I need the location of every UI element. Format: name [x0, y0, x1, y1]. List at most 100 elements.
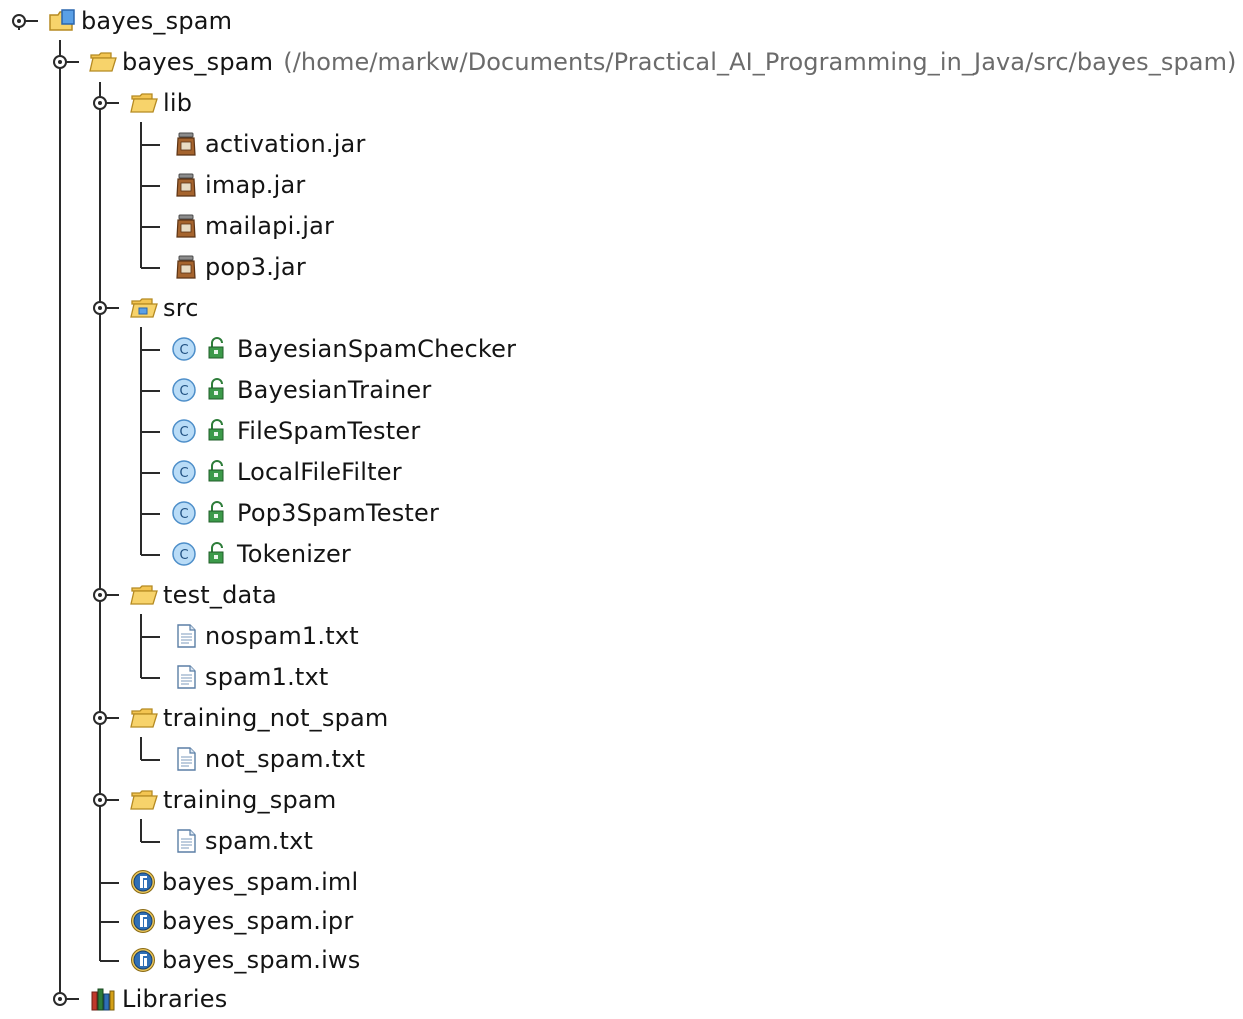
tree-node-folder-src[interactable]: src: [130, 288, 199, 328]
collapse-toggle-test-data[interactable]: [91, 586, 121, 604]
tree-branch: [141, 759, 160, 761]
tree-line-training-spam: [140, 819, 142, 842]
text-file-label: nospam1.txt: [205, 622, 359, 650]
tree-node-jar-file[interactable]: mailapi.jar: [172, 206, 334, 246]
java-class-label: BayesianSpamChecker: [237, 335, 517, 363]
folder-test-data-label: test_data: [163, 581, 277, 609]
tree-branch: [141, 349, 160, 351]
tree-node-jar-file[interactable]: pop3.jar: [172, 247, 306, 287]
tree-node-java-class[interactable]: C BayesianTrainer: [170, 370, 431, 410]
tree-node-text-file[interactable]: not_spam.txt: [172, 739, 365, 779]
tree-node-jar-file[interactable]: activation.jar: [172, 124, 366, 164]
public-lock-icon: [203, 377, 231, 403]
tree-line-module: [99, 82, 101, 961]
libraries-label: Libraries: [122, 985, 228, 1013]
tree-node-java-class[interactable]: C Tokenizer: [170, 534, 351, 574]
tree-node-idea-file[interactable]: bayes_spam.iws: [129, 940, 360, 980]
source-folder-icon: [130, 295, 158, 321]
tree-branch: [141, 390, 160, 392]
tree-node-idea-file[interactable]: bayes_spam.ipr: [129, 901, 353, 941]
collapse-toggle-module[interactable]: [51, 53, 81, 71]
tree-node-java-class[interactable]: C FileSpamTester: [170, 411, 420, 451]
tree-branch: [141, 841, 160, 843]
java-class-label: Pop3SpamTester: [237, 499, 440, 527]
tree-branch: [141, 226, 160, 228]
open-folder-icon: [130, 90, 158, 116]
module-path: (/home/markw/Documents/Practical_AI_Prog…: [283, 48, 1237, 76]
class-icon: C: [170, 377, 198, 403]
tree-branch: [141, 677, 160, 679]
tree-branch: [141, 636, 160, 638]
text-file-label: spam.txt: [205, 827, 314, 855]
idea-file-label: bayes_spam.ipr: [162, 907, 354, 935]
java-class-label: BayesianTrainer: [237, 376, 432, 404]
class-icon: C: [170, 459, 198, 485]
tree-branch: [100, 960, 119, 962]
tree-node-text-file[interactable]: spam.txt: [172, 821, 313, 861]
tree-node-libraries[interactable]: Libraries: [89, 979, 227, 1019]
tree-line-src: [140, 327, 142, 555]
expand-toggle-libraries[interactable]: [51, 990, 81, 1008]
svg-text:C: C: [179, 548, 188, 563]
java-class-label: LocalFileFilter: [237, 458, 402, 486]
tree-node-module[interactable]: bayes_spam (/home/markw/Documents/Practi…: [89, 42, 1237, 82]
tree-line-root: [59, 40, 61, 1000]
open-folder-icon: [130, 582, 158, 608]
jar-icon: [172, 172, 200, 198]
tree-node-java-class[interactable]: C LocalFileFilter: [170, 452, 402, 492]
open-folder-icon: [130, 705, 158, 731]
tree-branch: [100, 882, 119, 884]
jar-file-label: pop3.jar: [205, 253, 306, 281]
folder-lib-label: lib: [163, 89, 193, 117]
project-icon: [48, 8, 76, 34]
open-folder-icon: [130, 787, 158, 813]
jar-file-label: activation.jar: [205, 130, 366, 158]
jar-file-label: imap.jar: [205, 171, 306, 199]
tree-node-folder-training-not-spam[interactable]: training_not_spam: [130, 698, 389, 738]
project-root-label: bayes_spam: [81, 7, 233, 35]
tree-node-project-root[interactable]: bayes_spam: [48, 1, 232, 41]
tree-node-idea-file[interactable]: bayes_spam.iml: [129, 862, 358, 902]
jar-icon: [172, 254, 200, 280]
text-file-icon: [172, 828, 200, 854]
jar-file-label: mailapi.jar: [205, 212, 335, 240]
open-folder-icon: [89, 49, 117, 75]
text-file-icon: [172, 746, 200, 772]
collapse-toggle-lib[interactable]: [91, 94, 121, 112]
folder-src-label: src: [163, 294, 199, 322]
tree-node-text-file[interactable]: spam1.txt: [172, 657, 329, 697]
collapse-toggle-training-not-spam[interactable]: [91, 709, 121, 727]
tree-node-folder-lib[interactable]: lib: [130, 83, 192, 123]
tree-branch: [141, 472, 160, 474]
tree-node-folder-test-data[interactable]: test_data: [130, 575, 277, 615]
collapse-toggle-root[interactable]: [10, 12, 40, 30]
tree-node-jar-file[interactable]: imap.jar: [172, 165, 305, 205]
intellij-idea-icon: [129, 908, 157, 934]
java-class-label: FileSpamTester: [237, 417, 421, 445]
jar-icon: [172, 213, 200, 239]
tree-branch: [141, 144, 160, 146]
public-lock-icon: [203, 541, 231, 567]
public-lock-icon: [203, 500, 231, 526]
idea-file-label: bayes_spam.iws: [162, 946, 361, 974]
tree-node-folder-training-spam[interactable]: training_spam: [130, 780, 336, 820]
tree-node-java-class[interactable]: C Pop3SpamTester: [170, 493, 439, 533]
project-tree[interactable]: bayes_spam bayes_spam (/home/markw/Docum…: [0, 0, 1243, 1013]
svg-text:C: C: [179, 384, 188, 399]
tree-node-text-file[interactable]: nospam1.txt: [172, 616, 359, 656]
svg-text:C: C: [179, 466, 188, 481]
public-lock-icon: [203, 418, 231, 444]
tree-line-test-data: [140, 614, 142, 678]
intellij-idea-icon: [129, 869, 157, 895]
collapse-toggle-training-spam[interactable]: [91, 791, 121, 809]
module-label: bayes_spam: [122, 48, 274, 76]
svg-text:C: C: [179, 343, 188, 358]
collapse-toggle-src[interactable]: [91, 299, 121, 317]
folder-training-not-spam-label: training_not_spam: [163, 704, 389, 732]
tree-branch: [141, 267, 160, 269]
tree-node-java-class[interactable]: C BayesianSpamChecker: [170, 329, 516, 369]
tree-branch: [141, 554, 160, 556]
tree-line-training-not-spam: [140, 737, 142, 760]
class-icon: C: [170, 336, 198, 362]
tree-branch: [141, 513, 160, 515]
